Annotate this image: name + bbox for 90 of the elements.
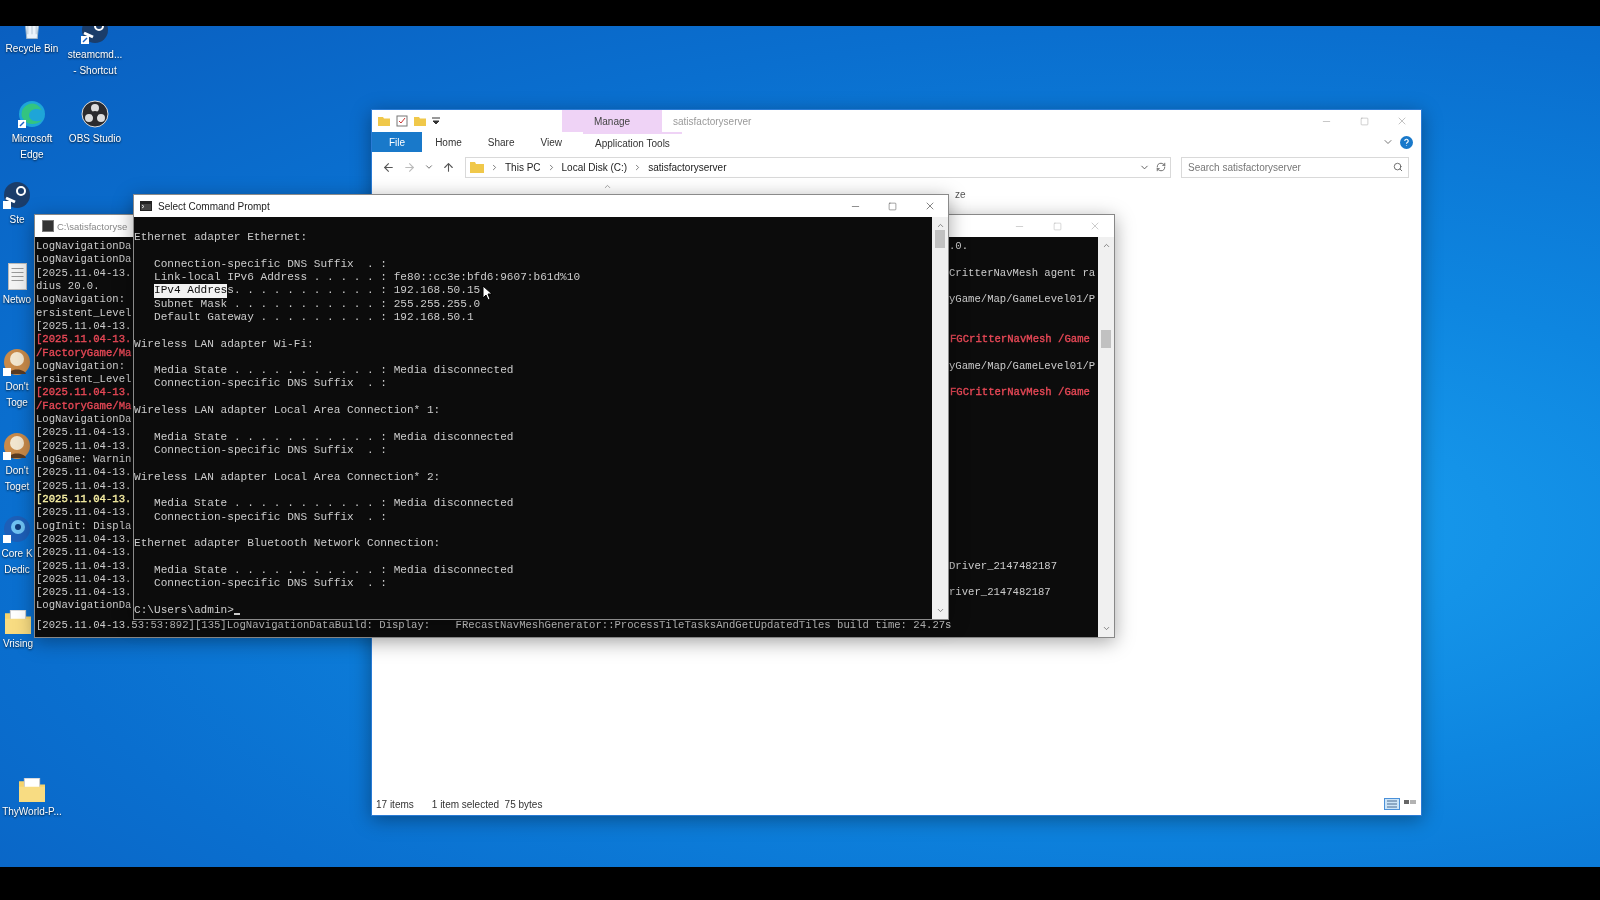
ribbon-tab[interactable]: Share <box>474 132 528 152</box>
ribbon-tab[interactable]: File <box>372 132 423 152</box>
output-line: Connection-specific DNS Suffix . : <box>154 377 387 391</box>
window-title: satisfactoryserver <box>672 114 753 129</box>
log-line: [2025.11.04-13. <box>35 586 133 600</box>
log-line: yGame/Map/GameLevel01/P <box>948 293 1097 307</box>
desktop-icon-label[interactable]: Vrising <box>2 638 34 650</box>
desktop-icon-label[interactable]: Dedic <box>4 564 30 576</box>
ribbon-tab[interactable]: Home <box>422 132 475 152</box>
window-title: C:\satisfactoryse <box>57 219 128 234</box>
window-title: Select Command Prompt <box>158 199 270 214</box>
log-line: [2025.11.04-13. <box>35 479 133 493</box>
desktop-icon-label[interactable]: steamcmd... <box>67 49 123 61</box>
log-line: [2025.11.04-13.53:53:892][135]LogNavigationDataBuild: Display: FRecastNavMeshGenerator::ProcessTileTasksAndGetUpdatedTiles build time: 24.27s <box>35 618 953 633</box>
output-line: Wireless LAN adapter Wi-Fi: <box>134 337 314 351</box>
log-line: CritterNavMesh agent ra <box>948 266 1097 280</box>
output-line: Wireless LAN adapter Local Area Connection* 1: <box>134 404 441 418</box>
output-line: Wireless LAN adapter Local Area Connection* 2: <box>134 470 441 484</box>
log-line: ersistent_Level <box>35 306 133 320</box>
log-line: LogNavigationDa <box>35 240 133 254</box>
log-line: FGCritterNavMesh /Game <box>949 386 1091 400</box>
breadcrumb[interactable]: satisfactoryserver <box>648 161 727 173</box>
log-line: LogNavigationDa <box>35 599 133 613</box>
log-line: river_2147482187 <box>948 586 1052 600</box>
log-line: dius 20.0. <box>35 279 101 294</box>
log-line: [2025.11.04-13. <box>35 386 133 400</box>
log-line: [2025.11.04-13. <box>35 426 133 440</box>
log-line: [2025.11.04-13. <box>35 333 133 347</box>
log-line: [2025.11.04-13. <box>35 559 133 573</box>
log-line: [2025.11.04-13. <box>35 466 133 480</box>
output-line: Media State . . . . . . . . . . . : Media disconnected <box>154 430 514 444</box>
search-field[interactable]: Search satisfactoryserver <box>1181 156 1409 178</box>
manage-tab[interactable]: Manage <box>562 110 662 132</box>
log-line: LogNavigation: <box>35 293 126 307</box>
desktop-icon-label[interactable]: Recycle Bin <box>5 43 59 55</box>
desktop-icon-label[interactable]: Toge <box>6 397 28 409</box>
output-line: Media State . . . . . . . . . . . : Media disconnected <box>154 364 514 378</box>
desktop-icon-label[interactable]: Ste <box>9 214 25 226</box>
log-line: FGCritterNavMesh /Game <box>949 333 1091 347</box>
output-line: s. . . . . . . . . . . : 192.168.50.15 <box>227 284 481 298</box>
log-line: LogInit: Displa <box>35 519 133 533</box>
log-line: [2025.11.04-13. <box>35 532 133 547</box>
log-line: [2025.11.04-13. <box>35 546 133 560</box>
output-line: Connection-specific DNS Suffix . : <box>154 444 387 458</box>
output-line: Media State . . . . . . . . . . . : Media disconnected <box>154 563 514 578</box>
breadcrumb[interactable]: This PC <box>505 161 541 173</box>
output-line: Connection-specific DNS Suffix . : <box>154 257 387 271</box>
log-line: [2025.11.04-13. <box>35 572 133 587</box>
desktop-icon-label[interactable]: Toget <box>4 481 30 493</box>
desktop-icon-label[interactable]: OBS Studio <box>68 133 122 145</box>
log-line: /FactoryGame/Ma <box>35 346 133 360</box>
output-line: Default Gateway . . . . . . . . . : 192.168.50.1 <box>154 310 474 325</box>
log-line: [2025.11.04-13. <box>35 439 133 453</box>
log-line: LogNavigation: <box>35 359 126 374</box>
log-line: [2025.11.04-13. <box>35 492 133 507</box>
selection-info: 1 item selected 75 bytes <box>431 798 543 810</box>
desktop-icon-label[interactable]: Edge <box>20 149 44 161</box>
output-line: Connection-specific DNS Suffix . : <box>154 510 387 524</box>
output-line: Ethernet adapter Ethernet: <box>134 231 308 245</box>
log-line: Driver_2147482187 <box>948 559 1059 573</box>
log-line: LogGame: Warnin <box>35 453 133 467</box>
output-line: Media State . . . . . . . . . . . : Media disconnected <box>154 497 514 511</box>
ribbon-tab[interactable]: View <box>527 132 575 152</box>
address-bar[interactable]: This PC Local Disk (C:) satisfactoryserver <box>465 156 1171 178</box>
selected-text: IPv4 Addres <box>154 284 228 298</box>
command-prompt: C:\Users\admin> <box>134 603 234 618</box>
ribbon-tab[interactable]: Application Tools <box>583 132 682 152</box>
log-line: ersistent_Level <box>35 373 133 387</box>
desktop-icon-label[interactable]: - Shortcut <box>73 65 117 77</box>
log-line: LogNavigationDa <box>35 413 133 427</box>
log-line: yGame/Map/GameLevel01/P <box>948 359 1097 374</box>
output-line: Ethernet adapter Bluetooth Network Connection: <box>134 537 441 551</box>
output-line: Link-local IPv6 Address . . . . . : fe80::cc3e:bfd6:9607:b61d%10 <box>154 270 581 285</box>
log-line: [2025.11.04-13. <box>35 266 133 280</box>
desktop-icon-label[interactable]: ThyWorld-P... <box>2 806 62 818</box>
log-line: /FactoryGame/Ma <box>35 399 133 414</box>
desktop-icon-label[interactable]: Don't <box>5 465 29 477</box>
breadcrumb[interactable]: Local Disk (C:) <box>561 161 628 173</box>
item-count: 17 items <box>376 798 414 810</box>
log-line: LogNavigationDa <box>35 253 133 267</box>
desktop-icon-label[interactable]: Netwo <box>2 294 32 306</box>
desktop-icon-label[interactable]: Don't <box>5 381 29 393</box>
desktop-icon-label[interactable]: Core K <box>1 548 33 560</box>
column-header[interactable]: ze <box>955 189 966 200</box>
log-line: [2025.11.04-13. <box>35 506 133 520</box>
output-line: Subnet Mask . . . . . . . . . . . : 255.255.255.0 <box>154 297 481 311</box>
log-line: .0. <box>948 240 970 254</box>
desktop-icon-label[interactable]: Microsoft <box>11 133 53 145</box>
output-line: Connection-specific DNS Suffix . : <box>154 577 387 591</box>
log-line: [2025.11.04-13. <box>35 319 133 334</box>
